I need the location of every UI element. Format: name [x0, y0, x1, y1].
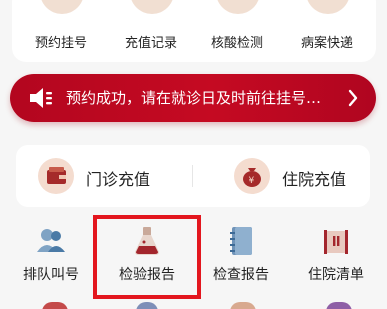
notebook-icon — [230, 227, 252, 255]
chevron-right-icon[interactable] — [348, 89, 358, 107]
people-icon — [37, 229, 65, 252]
service-exam-report[interactable]: 检查报告 — [193, 218, 289, 298]
inpatient-recharge-label: 住院充值 — [282, 170, 347, 189]
service-inpatient-list[interactable]: 住院清单 — [288, 218, 384, 298]
calendar-icon — [40, 0, 84, 14]
service-queue[interactable]: 排队叫号 — [3, 218, 99, 298]
notice-banner[interactable]: 预约成功，请在就诊日及时前往挂号… — [10, 74, 376, 122]
next-row-icon — [42, 302, 68, 309]
recharge-card: 门诊充值 ¥ 住院充值 — [16, 145, 370, 207]
menu-item-label: 病案快递 — [300, 36, 353, 51]
service-label: 排队叫号 — [23, 267, 79, 283]
home-screen: 预约挂号 ¥ 充值记录 核酸检测 病案快递 预约成功， — [0, 0, 387, 309]
next-row-icon — [230, 302, 256, 309]
banner-text: 预约成功，请在就诊日及时前往挂号… — [66, 89, 322, 107]
inpatient-recharge-button[interactable]: ¥ 住院充值 — [234, 158, 364, 194]
wallet-icon — [38, 158, 74, 194]
test-kit-icon — [216, 0, 260, 14]
money-bag-icon: ¥ — [234, 158, 270, 194]
service-label: 检查报告 — [213, 267, 269, 283]
svg-text:¥: ¥ — [249, 176, 255, 186]
list-icon — [324, 230, 348, 254]
delivery-icon — [306, 0, 350, 14]
next-row-icon — [326, 302, 352, 309]
quick-menu-card: 预约挂号 ¥ 充值记录 核酸检测 病案快递 — [12, 0, 376, 62]
divider — [192, 165, 193, 187]
menu-item-label: 核酸检测 — [210, 36, 263, 51]
service-label: 住院清单 — [308, 267, 364, 283]
outpatient-recharge-label: 门诊充值 — [86, 170, 151, 189]
money-bag-icon: ¥ — [130, 0, 174, 14]
speaker-icon — [30, 88, 52, 108]
outpatient-recharge-button[interactable]: 门诊充值 — [38, 158, 188, 194]
highlight-box — [93, 215, 201, 299]
menu-item-label: 预约挂号 — [34, 36, 87, 51]
next-row-icon — [136, 302, 158, 309]
menu-item-label: 充值记录 — [124, 36, 177, 51]
